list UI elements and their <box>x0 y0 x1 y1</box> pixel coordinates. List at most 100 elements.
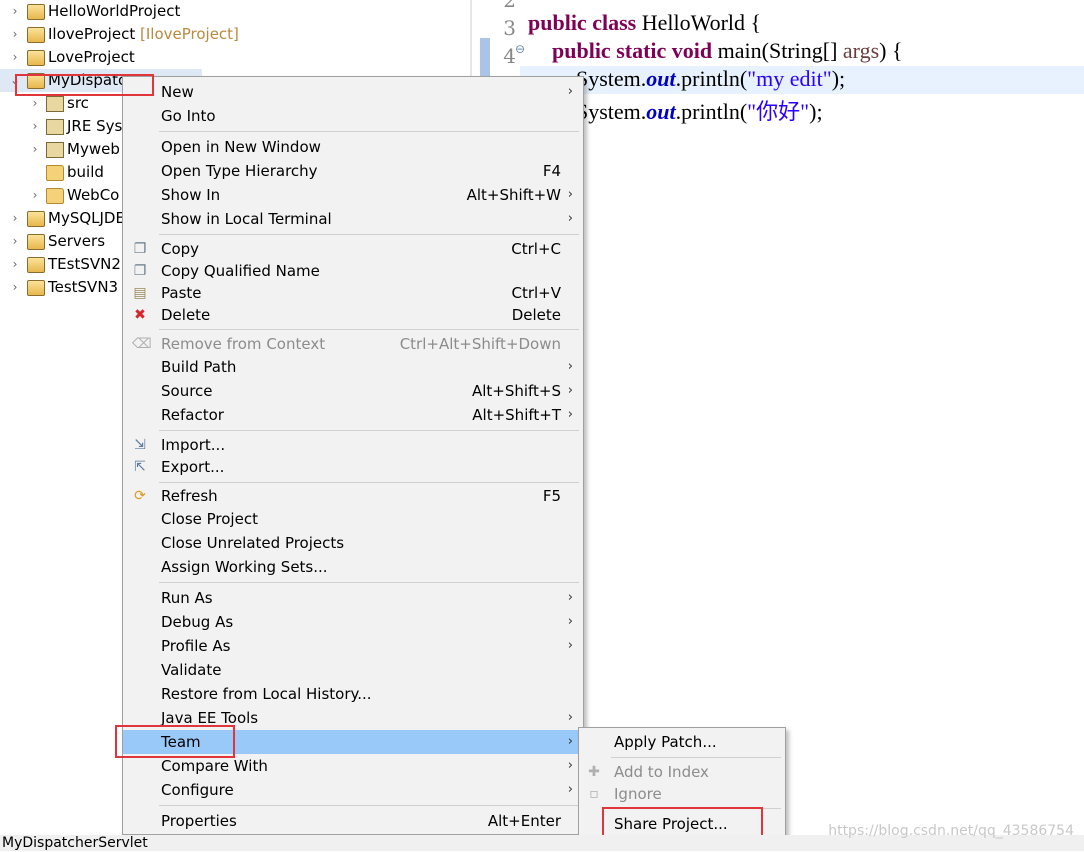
menu-item-debug-as[interactable]: Debug As › <box>123 610 583 634</box>
chevron-right-icon: › <box>567 710 573 725</box>
static-field: out <box>646 66 676 91</box>
menu-item-refresh[interactable]: ⟳ Refresh F5 <box>123 484 583 508</box>
menu-item-label: Apply Patch... <box>614 733 717 751</box>
code-text: .println( <box>675 99 748 124</box>
string-literal: "my edit" <box>747 66 832 91</box>
import-icon: ⇲ <box>134 437 146 453</box>
chevron-right-icon[interactable]: › <box>10 46 20 69</box>
menu-item-shortcut: Ctrl+Alt+Shift+Down <box>399 335 561 353</box>
chevron-right-icon: › <box>567 614 573 629</box>
menu-item-profile-as[interactable]: Profile As › <box>123 634 583 658</box>
tree-item-label: build <box>67 163 104 181</box>
tree-item-loveproject[interactable]: › LoveProject <box>0 46 470 69</box>
chevron-right-icon[interactable]: › <box>10 23 20 46</box>
line-number: 2 <box>503 0 516 12</box>
panel-divider[interactable] <box>470 0 472 80</box>
chevron-right-icon[interactable]: › <box>30 184 40 207</box>
tree-item-mysqljdbc[interactable]: › MySQLJDE <box>0 207 125 230</box>
chevron-right-icon[interactable]: › <box>30 115 40 138</box>
menu-item-label: Open Type Hierarchy <box>161 162 318 180</box>
chevron-right-icon: › <box>567 84 573 99</box>
menu-item-restore-from-local-history[interactable]: Restore from Local History... <box>123 682 583 706</box>
chevron-right-icon[interactable]: › <box>30 138 40 161</box>
menu-item-refactor[interactable]: Refactor Alt+Shift+T › <box>123 403 583 427</box>
code-line-3[interactable]: public class HelloWorld { <box>528 10 761 36</box>
tree-item-webcontent[interactable]: › WebCo <box>0 184 120 207</box>
menu-item-apply-patch[interactable]: Apply Patch... <box>579 730 785 754</box>
menu-item-import[interactable]: ⇲ Import... <box>123 433 583 457</box>
menu-item-remove-from-context[interactable]: ⌫ Remove from Context Ctrl+Alt+Shift+Down <box>123 332 583 356</box>
fold-collapse-icon[interactable]: ⊖ <box>515 42 525 56</box>
menu-item-label: Run As <box>161 589 213 607</box>
project-icon <box>27 280 45 296</box>
menu-item-copy-qualified-name[interactable]: ❐ Copy Qualified Name <box>123 259 583 283</box>
keyword: public class <box>528 10 637 35</box>
menu-item-label: Show in Local Terminal <box>161 210 332 228</box>
tree-item-servers[interactable]: › Servers <box>0 230 120 253</box>
menu-item-build-path[interactable]: Build Path › <box>123 355 583 379</box>
menu-item-label: Go Into <box>161 107 216 125</box>
code-line-5[interactable]: System.out.println("my edit"); <box>576 66 845 92</box>
menu-item-open-type-hierarchy[interactable]: Open Type Hierarchy F4 <box>123 159 583 183</box>
menu-item-label: New <box>161 83 194 101</box>
menu-item-delete[interactable]: ✖ Delete Delete <box>123 303 583 327</box>
tree-item-myweb[interactable]: › Myweb <box>0 138 120 161</box>
tree-item-build[interactable]: build <box>0 161 120 184</box>
menu-separator <box>159 430 579 431</box>
tree-item-testsvn3[interactable]: › TestSVN3 <box>0 276 120 299</box>
menu-item-label: Open in New Window <box>161 138 321 156</box>
menu-item-close-project[interactable]: Close Project <box>123 507 583 531</box>
tree-item-iloveproject[interactable]: › IloveProject [IloveProject] <box>0 23 470 46</box>
menu-item-label: Show In <box>161 186 221 204</box>
menu-item-export[interactable]: ⇱ Export... <box>123 455 583 479</box>
menu-item-new[interactable]: New › <box>123 80 583 104</box>
menu-item-run-as[interactable]: Run As › <box>123 586 583 610</box>
menu-item-label: Paste <box>161 284 202 302</box>
menu-item-shortcut: Alt+Shift+W <box>466 186 561 204</box>
menu-item-source[interactable]: Source Alt+Shift+S › <box>123 379 583 403</box>
chevron-right-icon: › <box>567 758 573 773</box>
code-line-6[interactable]: System.out.println("你好"); <box>576 94 823 126</box>
menu-item-shortcut: F4 <box>542 162 561 180</box>
menu-item-go-into[interactable]: Go Into <box>123 104 583 128</box>
menu-item-label: Copy Qualified Name <box>161 262 320 280</box>
menu-item-open-in-new-window[interactable]: Open in New Window <box>123 135 583 159</box>
menu-item-configure[interactable]: Configure › <box>123 778 583 802</box>
chevron-right-icon: › <box>567 383 573 398</box>
menu-item-copy[interactable]: ❐ Copy Ctrl+C <box>123 237 583 261</box>
menu-item-label: Add to Index <box>614 763 709 781</box>
menu-item-shortcut: Alt+Enter <box>487 812 561 830</box>
menu-item-properties[interactable]: Properties Alt+Enter <box>123 809 583 833</box>
ignore-icon: ▫ <box>589 786 599 802</box>
menu-item-ignore[interactable]: ▫ Ignore <box>579 782 785 806</box>
code-text: ) { <box>879 38 903 63</box>
chevron-right-icon[interactable]: › <box>10 276 20 299</box>
chevron-right-icon[interactable]: › <box>10 253 20 276</box>
menu-item-add-to-index[interactable]: ✚ Add to Index <box>579 760 785 784</box>
menu-item-validate[interactable]: Validate <box>123 658 583 682</box>
menu-item-show-in-local-terminal[interactable]: Show in Local Terminal › <box>123 207 583 231</box>
add-index-icon: ✚ <box>588 764 600 780</box>
menu-item-shortcut: Alt+Shift+S <box>471 382 561 400</box>
chevron-right-icon: › <box>567 359 573 374</box>
menu-item-label: Remove from Context <box>161 335 326 353</box>
tree-item-helloworldproject[interactable]: › HelloWorldProject <box>0 0 470 23</box>
menu-item-close-unrelated-projects[interactable]: Close Unrelated Projects <box>123 531 583 555</box>
menu-item-label: Source <box>161 382 213 400</box>
menu-item-assign-working-sets[interactable]: Assign Working Sets... <box>123 555 583 579</box>
tree-item-testsvn2[interactable]: › TEstSVN2 <box>0 253 121 276</box>
chevron-right-icon[interactable]: › <box>10 0 20 23</box>
code-line-4[interactable]: public static void main(String[] args) { <box>552 38 903 64</box>
menu-item-show-in[interactable]: Show In Alt+Shift+W › <box>123 183 583 207</box>
menu-item-label: Copy <box>161 240 200 258</box>
tree-item-label: MySQLJDE <box>48 209 125 227</box>
chevron-right-icon[interactable]: › <box>10 207 20 230</box>
menu-item-paste[interactable]: ▤ Paste Ctrl+V <box>123 281 583 305</box>
tree-item-jre-system-library[interactable]: › JRE Syst <box>0 115 128 138</box>
folder-icon <box>46 188 64 204</box>
source-folder-icon <box>46 96 64 112</box>
project-icon <box>27 4 45 20</box>
annotation-box-team <box>115 725 235 758</box>
chevron-right-icon[interactable]: › <box>10 230 20 253</box>
menu-separator <box>611 757 781 758</box>
